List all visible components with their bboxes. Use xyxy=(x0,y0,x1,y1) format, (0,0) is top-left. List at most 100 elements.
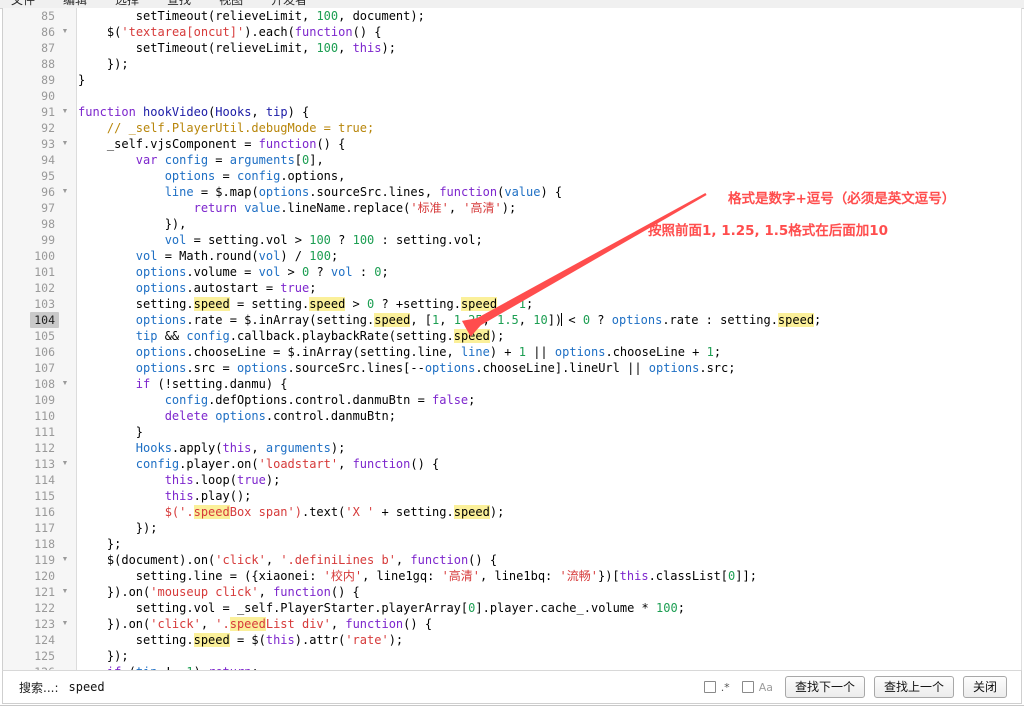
code-line[interactable]: _self.vjsComponent = function() { xyxy=(78,136,1021,152)
line-number: 117 xyxy=(3,520,77,536)
code-line[interactable]: }), xyxy=(78,216,1021,232)
line-number-gutter: 8586▼8788899091▼9293▼949596▼979899100101… xyxy=(3,8,77,670)
line-number: 109 xyxy=(3,392,77,408)
find-prev-button[interactable]: 查找上一个 xyxy=(874,676,954,698)
line-number: 112 xyxy=(3,440,77,456)
line-number: 101 xyxy=(3,264,77,280)
window-bottom-edge xyxy=(0,705,1024,712)
line-number: 100 xyxy=(3,248,77,264)
regex-label: .* xyxy=(721,681,730,694)
find-option-case[interactable]: Aa xyxy=(742,681,773,694)
code-line[interactable]: line = $.map(options.sourceSrc.lines, fu… xyxy=(78,184,1021,200)
fold-toggle-icon[interactable]: ▼ xyxy=(60,24,70,40)
code-line[interactable]: options.rate = $.inArray(setting.speed, … xyxy=(78,312,1021,328)
code-line[interactable]: Hooks.apply(this, arguments); xyxy=(78,440,1021,456)
code-line[interactable]: vol = Math.round(vol) / 100; xyxy=(78,248,1021,264)
code-editor[interactable]: 8586▼8788899091▼9293▼949596▼979899100101… xyxy=(2,8,1022,670)
fold-toggle-icon[interactable]: ▼ xyxy=(60,584,70,600)
code-line[interactable]: options.volume = vol > 0 ? vol : 0; xyxy=(78,264,1021,280)
menu-item-find[interactable]: 查找 xyxy=(164,0,194,8)
menu-item-view[interactable]: 视图 xyxy=(216,0,246,8)
code-line[interactable]: setting.vol = _self.PlayerStarter.player… xyxy=(78,600,1021,616)
code-line[interactable]: tip && config.callback.playbackRate(sett… xyxy=(78,328,1021,344)
code-line[interactable]: config.defOptions.control.danmuBtn = fal… xyxy=(78,392,1021,408)
fold-toggle-icon[interactable]: ▼ xyxy=(60,456,70,472)
find-option-regex[interactable]: .* xyxy=(704,681,730,694)
code-line[interactable]: }); xyxy=(78,520,1021,536)
code-line[interactable]: options.src = options.sourceSrc.lines[--… xyxy=(78,360,1021,376)
line-number: 95 xyxy=(3,168,77,184)
menu-item-edit[interactable]: 编辑 xyxy=(60,0,90,8)
code-line[interactable]: options.autostart = true; xyxy=(78,280,1021,296)
fold-toggle-icon[interactable]: ▼ xyxy=(60,552,70,568)
code-line[interactable]: }); xyxy=(78,56,1021,72)
code-line[interactable]: } xyxy=(78,424,1021,440)
case-checkbox[interactable] xyxy=(742,681,754,693)
menu-item-file[interactable]: 文件 xyxy=(8,0,38,8)
code-line[interactable]: $('textarea[oncut]').each(function() { xyxy=(78,24,1021,40)
code-line[interactable]: } xyxy=(78,72,1021,88)
code-line[interactable]: }); xyxy=(78,648,1021,664)
code-line[interactable]: config.player.on('loadstart', function()… xyxy=(78,456,1021,472)
line-number: 90 xyxy=(3,88,77,104)
fold-toggle-icon[interactable]: ▼ xyxy=(60,376,70,392)
code-line[interactable]: function hookVideo(Hooks, tip) { xyxy=(78,104,1021,120)
line-number: 94 xyxy=(3,152,77,168)
regex-checkbox[interactable] xyxy=(704,681,716,693)
menu-item-select[interactable]: 选择 xyxy=(112,0,142,8)
code-line[interactable]: if (!setting.danmu) { xyxy=(78,376,1021,392)
code-line[interactable]: }).on('mouseup click', function() { xyxy=(78,584,1021,600)
code-line[interactable]: setting.line = ({xiaonei: '校内', line1gq:… xyxy=(78,568,1021,584)
case-label: Aa xyxy=(759,681,773,694)
editor-window: 文件 编辑 选择 查找 视图 开发者 8586▼8788899091▼9293▼… xyxy=(0,0,1024,712)
line-number: 88 xyxy=(3,56,77,72)
menu-item-developer[interactable]: 开发者 xyxy=(268,0,310,8)
line-number: 124 xyxy=(3,632,77,648)
line-number: 111 xyxy=(3,424,77,440)
find-next-button[interactable]: 查找下一个 xyxy=(785,676,865,698)
code-line[interactable]: options = config.options, xyxy=(78,168,1021,184)
code-line[interactable]: // _self.PlayerUtil.debugMode = true; xyxy=(78,120,1021,136)
code-line[interactable]: options.chooseLine = $.inArray(setting.l… xyxy=(78,344,1021,360)
line-number: 115 xyxy=(3,488,77,504)
code-line[interactable]: vol = setting.vol > 100 ? 100 : setting.… xyxy=(78,232,1021,248)
code-line[interactable]: $('.speedBox span').text('X ' + setting.… xyxy=(78,504,1021,520)
close-find-button[interactable]: 关闭 xyxy=(963,676,1007,698)
code-line[interactable]: delete options.control.danmuBtn; xyxy=(78,408,1021,424)
fold-toggle-icon[interactable]: ▼ xyxy=(60,184,70,200)
code-line[interactable]: $(document).on('click', '.definiLines b'… xyxy=(78,552,1021,568)
line-number: 104 xyxy=(3,312,77,328)
line-number: 102 xyxy=(3,280,77,296)
line-number: 98 xyxy=(3,216,77,232)
line-number: 125 xyxy=(3,648,77,664)
line-number: 118 xyxy=(3,536,77,552)
code-line[interactable]: setTimeout(relieveLimit, 100, this); xyxy=(78,40,1021,56)
fold-toggle-icon[interactable]: ▼ xyxy=(60,104,70,120)
find-bar: 搜索...: speed .* Aa 查找下一个 查找上一个 关闭 xyxy=(2,670,1022,704)
line-number: 92 xyxy=(3,120,77,136)
line-number: 122 xyxy=(3,600,77,616)
code-line[interactable]: var config = arguments[0], xyxy=(78,152,1021,168)
code-line[interactable]: }).on('click', '.speedList div', functio… xyxy=(78,616,1021,632)
line-number: 103 xyxy=(3,296,77,312)
code-line[interactable]: setting.speed = $(this).attr('rate'); xyxy=(78,632,1021,648)
code-line[interactable]: this.loop(true); xyxy=(78,472,1021,488)
code-line[interactable]: setTimeout(relieveLimit, 100, document); xyxy=(78,8,1021,24)
code-line[interactable]: }; xyxy=(78,536,1021,552)
code-line[interactable]: setting.speed = setting.speed > 0 ? +set… xyxy=(78,296,1021,312)
line-number: 114 xyxy=(3,472,77,488)
line-number: 97 xyxy=(3,200,77,216)
code-content[interactable]: setTimeout(relieveLimit, 100, document);… xyxy=(78,8,1021,670)
find-label: 搜索...: xyxy=(19,679,59,696)
code-line[interactable]: this.play(); xyxy=(78,488,1021,504)
find-input[interactable]: speed xyxy=(69,680,105,694)
code-line[interactable]: return value.lineName.replace('标准', '高清'… xyxy=(78,200,1021,216)
line-number: 107 xyxy=(3,360,77,376)
line-number: 85 xyxy=(3,8,77,24)
fold-toggle-icon[interactable]: ▼ xyxy=(60,136,70,152)
line-number: 106 xyxy=(3,344,77,360)
code-line[interactable] xyxy=(78,88,1021,104)
fold-toggle-icon[interactable]: ▼ xyxy=(60,616,70,632)
line-number: 105 xyxy=(3,328,77,344)
line-number: 87 xyxy=(3,40,77,56)
